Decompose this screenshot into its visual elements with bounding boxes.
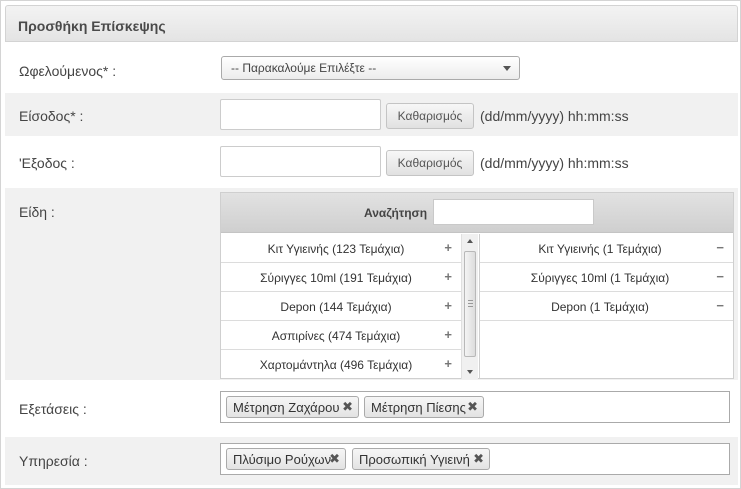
minus-icon[interactable]: − — [716, 240, 724, 255]
selected-item[interactable]: Depon (1 Τεμάχια) − — [480, 292, 733, 321]
multiselect-header: Αναζήτηση — [221, 193, 733, 233]
entry-format-hint: (dd/mm/yyyy) hh:mm:ss — [480, 108, 629, 124]
selected-item[interactable]: Σύριγγες 10ml (1 Τεμάχια) − — [480, 263, 733, 292]
beneficiary-row: Ωφελούμενος* : -- Παρακαλούμε Επιλέξτε -… — [5, 45, 738, 93]
available-item[interactable]: Ασπιρίνες (474 Τεμάχια) + — [221, 321, 461, 350]
beneficiary-label: Ωφελούμενος* : — [19, 63, 117, 79]
beneficiary-select[interactable]: -- Παρακαλούμε Επιλέξτε -- — [221, 56, 520, 80]
plus-icon[interactable]: + — [444, 240, 452, 255]
scroll-up-arrow-icon[interactable] — [467, 239, 473, 243]
exam-token: Μέτρηση Πίεσης ✖ — [364, 396, 484, 418]
panel-title: Προσθήκη Επίσκεψης — [18, 18, 166, 34]
available-item[interactable]: Σύριγγες 10ml (191 Τεμάχια) + — [221, 263, 461, 292]
service-row: Υπηρεσία : Πλύσιμο Ρούχων ✖ Προσωπική Υγ… — [5, 437, 738, 485]
search-input[interactable] — [433, 199, 594, 225]
items-multiselect: Αναζήτηση Κιτ Υγιεινής (123 Τεμάχια) + Σ… — [220, 192, 734, 379]
plus-icon[interactable]: + — [444, 356, 452, 371]
entry-clear-button[interactable]: Καθαρισμός — [386, 103, 474, 129]
remove-icon[interactable]: ✖ — [473, 451, 484, 467]
beneficiary-selected-value: -- Παρακαλούμε Επιλέξτε -- — [231, 61, 377, 75]
service-label: Υπηρεσία : — [19, 453, 88, 469]
entry-row: Είσοδος* : Καθαρισμός (dd/mm/yyyy) hh:mm… — [5, 93, 738, 136]
exam-token: Μέτρηση Ζαχάρου ✖ — [226, 396, 359, 418]
panel-header: Προσθήκη Επίσκεψης — [5, 5, 738, 42]
available-item[interactable]: Χαρτομάντηλα (496 Τεμάχια) + — [221, 350, 461, 379]
items-label: Είδη : — [19, 204, 55, 220]
exams-label: Εξετάσεις : — [19, 401, 87, 417]
available-item[interactable]: Κιτ Υγιεινής (123 Τεμάχια) + — [221, 234, 461, 263]
scroll-thumb[interactable] — [464, 251, 476, 357]
selected-items-list: Κιτ Υγιεινής (1 Τεμάχια) − Σύριγγες 10ml… — [479, 234, 733, 379]
exit-datetime-input[interactable] — [220, 146, 381, 177]
available-items-list: Κιτ Υγιεινής (123 Τεμάχια) + Σύριγγες 10… — [221, 234, 479, 379]
service-token: Πλύσιμο Ρούχων ✖ — [226, 448, 346, 470]
chevron-down-icon — [503, 66, 511, 71]
exit-format-hint: (dd/mm/yyyy) hh:mm:ss — [480, 155, 629, 171]
scroll-down-arrow-icon[interactable] — [467, 370, 473, 374]
minus-icon[interactable]: − — [716, 269, 724, 284]
entry-datetime-input[interactable] — [220, 99, 381, 130]
remove-icon[interactable]: ✖ — [329, 451, 340, 467]
search-label: Αναζήτηση — [364, 206, 428, 220]
exit-label: 'Εξοδος : — [19, 155, 75, 171]
plus-icon[interactable]: + — [444, 269, 452, 284]
grip-icon — [468, 300, 473, 307]
selected-item[interactable]: Κιτ Υγιεινής (1 Τεμάχια) − — [480, 234, 733, 263]
add-visit-panel: Προσθήκη Επίσκεψης Ωφελούμενος* : -- Παρ… — [0, 0, 741, 489]
service-token-field[interactable]: Πλύσιμο Ρούχων ✖ Προσωπική Υγιεινή ✖ — [220, 443, 730, 475]
service-token: Προσωπική Υγιεινή ✖ — [352, 448, 490, 470]
remove-icon[interactable]: ✖ — [467, 399, 478, 415]
exams-row: Εξετάσεις : Μέτρηση Ζαχάρου ✖ Μέτρηση Πί… — [5, 380, 738, 437]
minus-icon[interactable]: − — [716, 298, 724, 313]
exams-token-field[interactable]: Μέτρηση Ζαχάρου ✖ Μέτρηση Πίεσης ✖ — [220, 391, 730, 423]
available-list-scrollbar[interactable] — [461, 234, 478, 379]
remove-icon[interactable]: ✖ — [342, 399, 353, 415]
available-item[interactable]: Depon (144 Τεμάχια) + — [221, 292, 461, 321]
exit-row: 'Εξοδος : Καθαρισμός (dd/mm/yyyy) hh:mm:… — [5, 136, 738, 188]
plus-icon[interactable]: + — [444, 298, 452, 313]
plus-icon[interactable]: + — [444, 327, 452, 342]
exit-clear-button[interactable]: Καθαρισμός — [386, 150, 474, 176]
items-row: Είδη : Αναζήτηση Κιτ Υγιεινής (123 Τεμάχ… — [5, 188, 738, 380]
entry-label: Είσοδος* : — [19, 108, 84, 124]
